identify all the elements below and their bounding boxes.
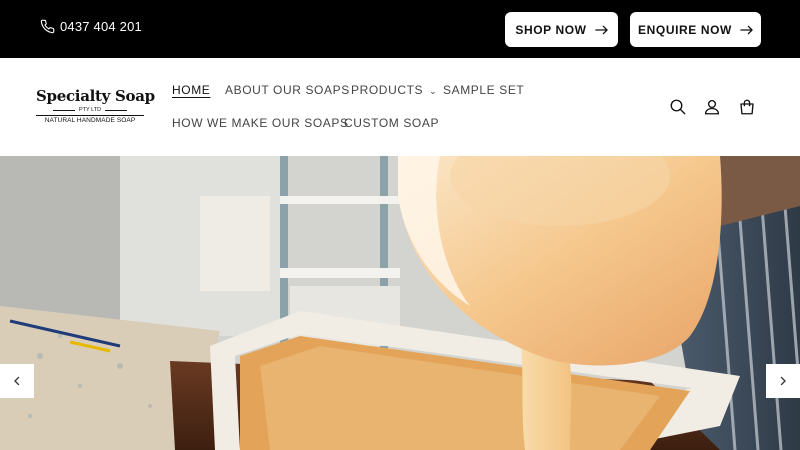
- search-button[interactable]: [669, 98, 687, 121]
- logo-sub: PTY LTD: [36, 107, 144, 113]
- enquire-now-button[interactable]: ENQUIRE NOW: [630, 12, 761, 47]
- account-icon: [704, 99, 720, 115]
- chevron-down-icon: ⌄: [429, 86, 438, 96]
- announcement-bar: 0437 404 201 SHOP NOW ENQUIRE NOW: [0, 0, 800, 58]
- phone-icon: [40, 19, 55, 34]
- phone-contact[interactable]: 0437 404 201: [40, 19, 142, 34]
- nav-item-home[interactable]: HOME: [172, 83, 210, 97]
- search-icon: [670, 99, 686, 115]
- logo-divider: [52, 109, 75, 111]
- shop-now-label: SHOP NOW: [515, 22, 587, 37]
- phone-number: 0437 404 201: [60, 19, 142, 34]
- account-button[interactable]: [703, 98, 721, 121]
- slide-next-button[interactable]: [766, 364, 800, 398]
- nav-item-products[interactable]: PRODUCTS ⌄: [351, 83, 437, 97]
- nav-item-about-our-soaps[interactable]: ABOUT OUR SOAPS: [225, 83, 350, 97]
- arrow-right-icon: [594, 25, 608, 34]
- site-logo[interactable]: Specialty Soap PTY LTD NATURAL HANDMADE …: [36, 87, 155, 124]
- site-header: Specialty Soap PTY LTD NATURAL HANDMADE …: [0, 58, 800, 156]
- arrow-right-icon: [740, 25, 753, 34]
- shop-now-button[interactable]: SHOP NOW: [505, 12, 618, 47]
- hero-image: [0, 156, 800, 450]
- logo-name: Specialty Soap: [36, 87, 155, 105]
- nav-item-products-label: PRODUCTS: [351, 83, 424, 97]
- cart-button[interactable]: [738, 98, 756, 121]
- nav-item-custom-soap[interactable]: CUSTOM SOAP: [344, 116, 439, 130]
- logo-sub-text: PTY LTD: [78, 107, 102, 113]
- chevron-left-icon: [14, 376, 20, 386]
- logo-divider: [105, 109, 128, 111]
- slide-prev-button[interactable]: [0, 364, 34, 398]
- logo-tagline: NATURAL HANDMADE SOAP: [36, 115, 144, 124]
- nav-item-sample-set[interactable]: SAMPLE SET: [443, 83, 524, 97]
- enquire-now-label: ENQUIRE NOW: [638, 22, 732, 37]
- hero-banner: [0, 156, 800, 450]
- chevron-right-icon: [780, 376, 786, 386]
- cart-icon: [740, 99, 754, 115]
- nav-item-how-we-make-our-soaps[interactable]: HOW WE MAKE OUR SOAPS: [172, 116, 349, 130]
